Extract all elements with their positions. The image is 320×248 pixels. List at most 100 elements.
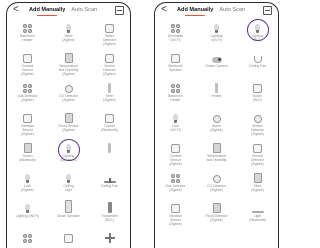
device-label: Socket (Bluetooth): [101, 124, 118, 132]
device-tile-smart-speaker[interactable]: Smart Speaker: [48, 199, 89, 229]
bar-icon: [102, 201, 118, 213]
device-label: Vibration Sensor (Zigbee): [20, 124, 35, 136]
device-tile-dimmable-wi-fi[interactable]: Dimmable (Wi-Fi): [155, 19, 196, 49]
device-tile-smoke-detector-zigbee[interactable]: Smoke Detector (Zigbee): [237, 139, 278, 169]
device-tile-temperature-and-humidity[interactable]: Temperature and Humidity: [196, 139, 237, 169]
device-tile-water-detector-zigbee[interactable]: Water Detector (Zigbee): [89, 19, 130, 49]
tab-auto-scan[interactable]: Auto Scan: [71, 6, 97, 14]
device-row: Switch (Bluetooth) Lighting (Bluetooth): [7, 139, 130, 169]
device-tile-bathroom-heater[interactable]: Bathroom Heater: [155, 79, 196, 109]
scan-icon[interactable]: [263, 6, 272, 15]
bulb-icon: [20, 201, 36, 213]
tab-auto-scan[interactable]: Auto Scan: [219, 6, 245, 14]
device-tile-ceiling-fan[interactable]: Ceiling Fan: [237, 49, 278, 79]
hook-icon: [250, 51, 266, 63]
device-tile-lighting-ble[interactable]: Lighting (BLE): [237, 19, 278, 49]
device-tile-alarm-zigbee[interactable]: Alarm (Zigbee): [196, 109, 237, 139]
box-icon: [61, 231, 77, 243]
sockets-icon: [168, 21, 184, 33]
device-tile-heater[interactable]: Heater: [196, 79, 237, 109]
sockets-icon: [20, 231, 36, 243]
box-icon: [250, 141, 266, 153]
device-label: Lock (Zigbee): [21, 184, 34, 192]
device-tile-transmitter-ble[interactable]: Transmitter (BLE): [89, 199, 130, 229]
device-row: Gas Detector (Zigbee) CO Detector (Zigbee…: [7, 79, 130, 109]
box-icon: [168, 51, 184, 63]
device-tile-bathroom-heater[interactable]: Bathroom Heater: [7, 19, 48, 49]
smallbox-icon: [61, 51, 77, 63]
device-tile-contact-sensor-zigbee[interactable]: Contact Sensor (Zigbee): [7, 49, 48, 79]
bulb-icon: [61, 21, 77, 33]
device-tile-smoke-detector-zigbee[interactable]: Smoke Detector (Zigbee): [89, 49, 130, 79]
device-label: Transmitter (BLE): [100, 214, 119, 222]
device-label: Siren (Zigbee): [251, 184, 264, 192]
device-tile-smart-camera[interactable]: Smart Camera: [196, 49, 237, 79]
device-tile-flood-detector-zigbee[interactable]: Flood Detector (Zigbee): [196, 199, 237, 229]
device-tile-lighting-wi-fi[interactable]: Lighting (Wi-Fi): [196, 19, 237, 49]
strip-icon: [250, 201, 266, 213]
device-tile-gas-detector-zigbee[interactable]: Gas Detector (Zigbee): [7, 79, 48, 109]
device-row: Dimmable (Wi-Fi) Lighting (Wi-Fi) Lighting…: [155, 19, 278, 49]
tab-add-manually[interactable]: Add Manually: [29, 6, 65, 17]
tab-add-manually[interactable]: Add Manually: [177, 6, 213, 17]
device-grid: Bathroom Heater Valve (Zigbee) Water Detec…: [7, 19, 130, 248]
box-icon: [168, 141, 184, 153]
device-row: Contact Sensor (Zigbee) Temperature and H…: [155, 139, 278, 169]
box-icon: [20, 111, 36, 123]
device-tile-vibration-sensor-zigbee[interactable]: Vibration Sensor (Zigbee): [155, 199, 196, 229]
device-label: Lighting (BLE): [251, 34, 264, 42]
device-tile-blank[interactable]: [7, 229, 48, 248]
device-tile-blank[interactable]: [89, 139, 130, 169]
device-tile-ceiling-fan[interactable]: Ceiling Fan: [89, 169, 130, 199]
scan-icon[interactable]: [115, 6, 124, 15]
device-label: Ceiling Fan: [100, 184, 119, 188]
bulb-icon: [61, 171, 77, 183]
device-label: Contact Sensor (Zigbee): [21, 64, 34, 76]
bulb-icon: [209, 21, 225, 33]
device-tile-vibration-sensor-zigbee[interactable]: Vibration Sensor (Zigbee): [7, 109, 48, 139]
cam-icon: [209, 51, 225, 63]
device-tile-lock-zigbee[interactable]: Lock (Zigbee): [7, 169, 48, 199]
device-tile-valve-zigbee[interactable]: Valve (Zigbee): [48, 19, 89, 49]
smallbox-icon: [250, 171, 266, 183]
device-tile-temperature-and-humidity-zigbee[interactable]: Temperature and Humidity (Zigbee): [48, 49, 89, 79]
device-tile-co-detector-zigbee[interactable]: CO Detector (Zigbee): [196, 169, 237, 199]
device-label: Smart Speaker: [57, 214, 80, 218]
back-button[interactable]: <: [13, 5, 19, 15]
device-label: Water Detector (Zigbee): [103, 34, 116, 46]
device-grid: Dimmable (Wi-Fi) Lighting (Wi-Fi) Lighting…: [155, 19, 278, 229]
device-label: Ceiling Light: [63, 184, 74, 192]
header: < Add Manually Auto Scan: [155, 3, 278, 18]
bulb-icon: [61, 141, 77, 153]
box-icon: [20, 51, 36, 63]
device-tile-lock-wi-fi[interactable]: Lock (Wi-Fi): [155, 109, 196, 139]
smallbox-icon: [209, 141, 225, 153]
back-button[interactable]: <: [161, 5, 167, 15]
device-tile-siren-zigbee[interactable]: Siren (Zigbee): [237, 169, 278, 199]
device-label: CO Detector (Zigbee): [59, 94, 78, 102]
device-tile-motion-detector-zigbee[interactable]: Motion Detector (Zigbee): [237, 109, 278, 139]
device-tile-boiler-ble[interactable]: Boiler (BLE): [237, 79, 278, 109]
device-tile-bluetooth-speaker[interactable]: Bluetooth Speaker: [155, 49, 196, 79]
device-tile-lighting-bluetooth[interactable]: Lighting (Bluetooth): [48, 139, 89, 169]
device-row: Contact Sensor (Zigbee) Temperature and H…: [7, 49, 130, 79]
device-tile-lighting-wi-fi[interactable]: Lighting (Wi-Fi): [7, 199, 48, 229]
device-tile-ceiling-light[interactable]: Ceiling Light: [48, 169, 89, 199]
device-label: Contact Sensor (Zigbee): [169, 154, 182, 166]
device-row: Gas Detector (Zigbee) CO Detector (Zigbee…: [155, 169, 278, 199]
device-tile-contact-sensor-zigbee[interactable]: Contact Sensor (Zigbee): [155, 139, 196, 169]
device-label: Flood Detector (Zigbee): [205, 214, 228, 222]
device-label: Smart Camera: [205, 64, 228, 68]
fan-icon: [102, 171, 118, 183]
device-tile-siren-zigbee[interactable]: Siren (Zigbee): [89, 79, 130, 109]
device-tile-socket-bluetooth[interactable]: Socket (Bluetooth): [89, 109, 130, 139]
device-tile-switch-bluetooth[interactable]: Switch (Bluetooth): [7, 139, 48, 169]
device-tile-light-bluetooth[interactable]: Light (Bluetooth): [237, 199, 278, 229]
box-icon: [102, 111, 118, 123]
device-tile-flood-sensor-zigbee[interactable]: Flood Sensor (Zigbee): [48, 109, 89, 139]
device-tile-gas-detector-zigbee[interactable]: Gas Detector (Zigbee): [155, 169, 196, 199]
device-label: Bluetooth Speaker: [168, 64, 183, 72]
device-tile-blank[interactable]: [89, 229, 130, 248]
device-tile-co-detector-zigbee[interactable]: CO Detector (Zigbee): [48, 79, 89, 109]
device-tile-blank[interactable]: [48, 229, 89, 248]
